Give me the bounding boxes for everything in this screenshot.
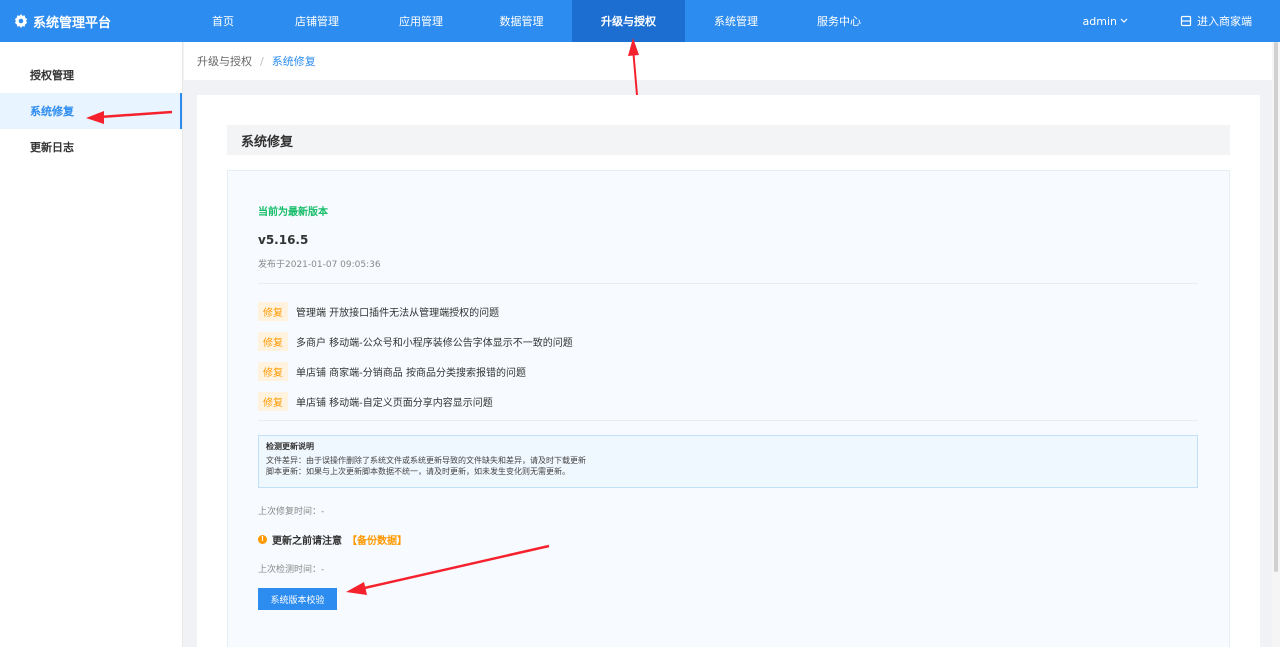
fix-text: 单店铺 移动端-自定义页面分享内容显示问题 <box>296 397 493 409</box>
release-time: 发布于2021-01-07 09:05:36 <box>258 260 381 270</box>
enter-store-label: 进入商家端 <box>1197 15 1252 28</box>
update-check-note: 检测更新说明 文件差异：由于误操作删除了系统文件或系统更新导致的文件缺失和差异，… <box>258 435 1198 488</box>
fix-item: 修复 管理端 开放接口插件无法从管理端授权的问题 <box>258 296 573 326</box>
fix-tag: 修复 <box>258 301 288 321</box>
breadcrumb-separator: / <box>260 54 264 68</box>
scrollbar-thumb[interactable] <box>1274 42 1278 572</box>
sidebar: 授权管理 系统修复 更新日志 <box>0 42 183 647</box>
gear-logo-icon <box>14 14 28 28</box>
sidebar-item-system-repair[interactable]: 系统修复 <box>0 93 182 129</box>
sidebar-item-update-log[interactable]: 更新日志 <box>0 129 182 165</box>
top-right-tools: admin 进入商家端 <box>1083 0 1280 42</box>
warning-text: 更新之前请注意 <box>272 536 342 547</box>
backup-warning: ! 更新之前请注意 【备份数据】 <box>258 532 407 547</box>
divider <box>258 420 1198 421</box>
page-scrollbar[interactable] <box>1272 42 1280 647</box>
fix-tag: 修复 <box>258 331 288 351</box>
brand[interactable]: 系统管理平台 <box>0 12 183 31</box>
nav-home[interactable]: 首页 <box>183 0 263 42</box>
note-line-files: 文件差异：由于误操作删除了系统文件或系统更新导致的文件缺失和差异，请及时下载更新 <box>266 456 586 465</box>
nav-upgrade-authorization[interactable]: 升级与授权 <box>572 0 685 42</box>
last-repair-time: 上次修复时间：- <box>258 507 325 517</box>
warning-icon: ! <box>258 535 267 544</box>
top-navbar: 系统管理平台 首页 店铺管理 应用管理 数据管理 升级与授权 系统管理 服务中心… <box>0 0 1280 42</box>
backup-data-link[interactable]: 【备份数据】 <box>347 532 407 547</box>
divider <box>258 283 1198 284</box>
nav-store-management[interactable]: 店铺管理 <box>263 0 371 42</box>
user-name: admin <box>1082 14 1117 28</box>
version-number: v5.16.5 <box>258 233 309 247</box>
nav-app-management[interactable]: 应用管理 <box>371 0 471 42</box>
section-title: 系统修复 <box>227 125 1230 155</box>
note-line-scripts: 脚本更新：如果与上次更新脚本数据不统一，请及时更新，如未发生变化则无需更新。 <box>266 467 570 476</box>
version-status: 当前为最新版本 <box>258 207 328 218</box>
breadcrumb-current: 系统修复 <box>271 55 316 68</box>
fix-tag: 修复 <box>258 361 288 381</box>
note-title: 检测更新说明 <box>266 442 314 451</box>
fix-item: 修复 单店铺 移动端-自定义页面分享内容显示问题 <box>258 386 573 416</box>
last-check-time: 上次检测时间：- <box>258 565 325 575</box>
nav-data-management[interactable]: 数据管理 <box>471 0 572 42</box>
nav-service-center[interactable]: 服务中心 <box>787 0 891 42</box>
fix-text: 管理端 开放接口插件无法从管理端授权的问题 <box>296 307 500 319</box>
chevron-down-icon <box>1120 18 1128 23</box>
main-nav: 首页 店铺管理 应用管理 数据管理 升级与授权 系统管理 服务中心 <box>183 0 891 42</box>
fix-text: 多商户 移动端-公众号和小程序装修公告字体显示不一致的问题 <box>296 337 573 349</box>
fix-text: 单店铺 商家端-分销商品 按商品分类搜索报错的问题 <box>296 367 526 379</box>
breadcrumb: 升级与授权 / 系统修复 <box>184 42 1280 80</box>
fix-tag: 修复 <box>258 391 288 411</box>
fix-item: 修复 多商户 移动端-公众号和小程序装修公告字体显示不一致的问题 <box>258 326 573 356</box>
store-icon <box>1180 15 1192 27</box>
breadcrumb-parent[interactable]: 升级与授权 <box>197 53 252 69</box>
main-panel: 系统修复 当前为最新版本 v5.16.5 发布于2021-01-07 09:05… <box>197 95 1260 647</box>
brand-title: 系统管理平台 <box>33 15 112 31</box>
fix-item: 修复 单店铺 商家端-分销商品 按商品分类搜索报错的问题 <box>258 356 573 386</box>
nav-system-management[interactable]: 系统管理 <box>685 0 787 42</box>
fix-list: 修复 管理端 开放接口插件无法从管理端授权的问题 修复 多商户 移动端-公众号和… <box>258 296 573 416</box>
user-menu[interactable]: admin <box>1083 15 1128 28</box>
enter-store-button[interactable]: 进入商家端 <box>1180 13 1252 29</box>
system-version-verify-button[interactable]: 系统版本校验 <box>258 588 337 610</box>
sidebar-item-authorization[interactable]: 授权管理 <box>0 57 182 93</box>
repair-content: 当前为最新版本 v5.16.5 发布于2021-01-07 09:05:36 修… <box>227 170 1230 647</box>
